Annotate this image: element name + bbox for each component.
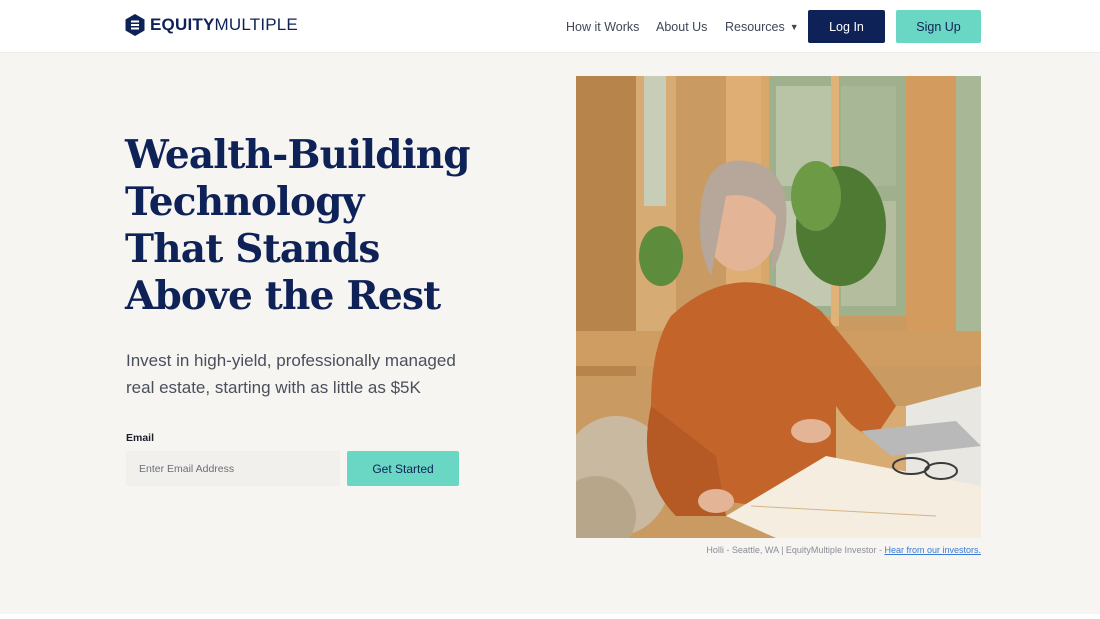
nav-resources-dropdown[interactable]: Resources ▼ bbox=[725, 0, 799, 53]
hero-title-line: Technology bbox=[125, 179, 364, 225]
photo-caption: Holli - Seattle, WA | EquityMultiple Inv… bbox=[706, 545, 981, 555]
hero-subtitle: Invest in high-yield, professionally man… bbox=[126, 347, 486, 401]
site-header: EQUITYMULTIPLE How it Works About Us Res… bbox=[0, 0, 1100, 53]
logo-hexagon-icon bbox=[125, 14, 145, 36]
email-label: Email bbox=[126, 432, 155, 444]
get-started-button-label: Get Started bbox=[372, 461, 434, 476]
section-divider bbox=[0, 614, 1100, 619]
nav-about-us-label: About Us bbox=[656, 19, 708, 34]
login-button-label: Log In bbox=[829, 19, 864, 34]
nav-how-it-works[interactable]: How it Works bbox=[566, 0, 639, 53]
email-input[interactable] bbox=[126, 451, 340, 486]
get-started-button[interactable]: Get Started bbox=[347, 451, 459, 486]
login-button[interactable]: Log In bbox=[808, 10, 885, 43]
equitymultiple-logo[interactable]: EQUITYMULTIPLE bbox=[125, 13, 298, 37]
signup-button-label: Sign Up bbox=[916, 19, 961, 34]
caption-text: Holli - Seattle, WA | EquityMultiple Inv… bbox=[706, 545, 885, 555]
hero-title-line: That Stands bbox=[125, 226, 380, 272]
signup-button[interactable]: Sign Up bbox=[896, 10, 981, 43]
nav-how-it-works-label: How it Works bbox=[566, 19, 640, 34]
hero-title-line: Above the Rest bbox=[125, 273, 441, 319]
hero-title: Wealth-Building Technology That Stands A… bbox=[125, 132, 525, 320]
logo-text: EQUITYMULTIPLE bbox=[150, 15, 298, 34]
investor-photo bbox=[576, 76, 981, 538]
hero-title-line: Wealth-Building bbox=[125, 132, 471, 178]
nav-about-us[interactable]: About Us bbox=[656, 0, 707, 53]
caret-down-icon: ▼ bbox=[789, 21, 799, 32]
nav-resources-label: Resources bbox=[725, 19, 785, 34]
hear-from-investors-link[interactable]: Hear from our investors. bbox=[884, 545, 981, 555]
investor-photo-illustration bbox=[576, 76, 981, 538]
hero-subtitle-line: real estate, starting with as little as … bbox=[126, 378, 421, 397]
hero-subtitle-line: Invest in high-yield, professionally man… bbox=[126, 351, 456, 370]
